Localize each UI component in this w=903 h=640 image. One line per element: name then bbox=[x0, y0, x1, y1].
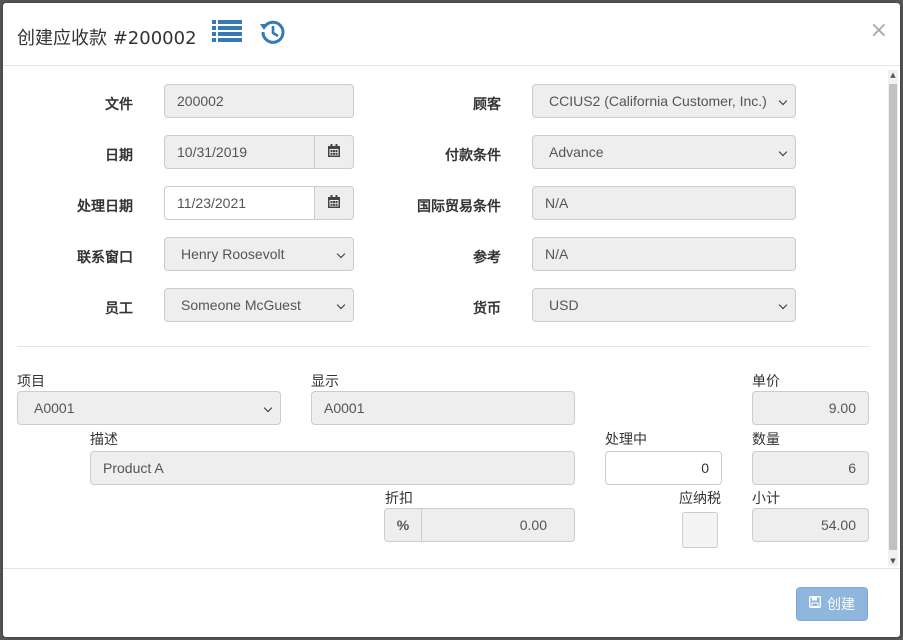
history-icon[interactable] bbox=[259, 18, 287, 50]
dialog-header: 创建应收款 #200002 × bbox=[3, 3, 900, 66]
process-date-field[interactable]: 11/23/2021 bbox=[164, 186, 316, 220]
scroll-down-arrow-icon[interactable]: ▼ bbox=[888, 556, 898, 566]
item-select[interactable]: A0001 bbox=[17, 391, 281, 425]
currency-select[interactable]: USD bbox=[532, 288, 796, 322]
document-field[interactable]: 200002 bbox=[164, 84, 354, 118]
create-receivable-dialog: 创建应收款 #200002 × 文件 200002 日期 10/31/2019 … bbox=[3, 3, 900, 637]
calendar-button[interactable] bbox=[314, 135, 354, 169]
process-date-label: 处理日期 bbox=[77, 199, 133, 215]
taxable-label: 应纳税 bbox=[679, 491, 721, 507]
dialog-body: 文件 200002 日期 10/31/2019 处理日期 11/23/2021 … bbox=[3, 66, 900, 568]
employee-select[interactable]: Someone McGuest bbox=[164, 288, 354, 322]
item-label: 项目 bbox=[17, 374, 45, 390]
display-field[interactable]: A0001 bbox=[311, 391, 575, 425]
reference-label: 参考 bbox=[473, 250, 501, 266]
list-icon[interactable] bbox=[212, 18, 242, 48]
quantity-label: 数量 bbox=[752, 432, 780, 448]
dialog-footer: 创建 bbox=[3, 568, 900, 637]
currency-label: 货币 bbox=[473, 301, 501, 317]
subtotal-field[interactable]: 54.00 bbox=[752, 508, 869, 542]
customer-select[interactable]: CCIUS2 (California Customer, Inc.) bbox=[532, 84, 796, 118]
customer-label: 顾客 bbox=[473, 97, 501, 113]
document-label: 文件 bbox=[105, 97, 133, 113]
discount-label: 折扣 bbox=[385, 491, 413, 507]
description-field[interactable]: Product A bbox=[90, 451, 575, 485]
date-label: 日期 bbox=[105, 148, 133, 164]
incoterms-field[interactable]: N/A bbox=[532, 186, 796, 220]
close-icon[interactable]: × bbox=[870, 20, 888, 42]
calendar-icon bbox=[327, 143, 341, 161]
employee-label: 员工 bbox=[105, 301, 133, 317]
subtotal-label: 小计 bbox=[752, 491, 780, 507]
dialog-title: 创建应收款 #200002 bbox=[17, 28, 197, 49]
incoterms-label: 国际贸易条件 bbox=[417, 199, 501, 215]
calendar-button[interactable] bbox=[314, 186, 354, 220]
save-icon bbox=[808, 595, 822, 612]
processing-field[interactable]: 0 bbox=[605, 451, 722, 485]
scroll-up-arrow-icon[interactable]: ▲ bbox=[888, 70, 898, 80]
taxable-checkbox[interactable] bbox=[682, 512, 718, 548]
payment-terms-label: 付款条件 bbox=[445, 148, 501, 164]
create-button[interactable]: 创建 bbox=[796, 587, 868, 621]
calendar-icon bbox=[327, 194, 341, 212]
vertical-scrollbar[interactable]: ▲ ▼ bbox=[888, 70, 898, 566]
display-label: 显示 bbox=[311, 374, 339, 390]
processing-label: 处理中 bbox=[605, 432, 647, 448]
reference-field[interactable]: N/A bbox=[532, 237, 796, 271]
unit-price-label: 单价 bbox=[752, 374, 780, 390]
percent-addon: % bbox=[384, 508, 422, 542]
create-button-label: 创建 bbox=[827, 597, 855, 613]
scroll-thumb[interactable] bbox=[889, 84, 897, 550]
discount-field[interactable]: 0.00 bbox=[421, 508, 575, 542]
description-label: 描述 bbox=[90, 432, 118, 448]
date-field[interactable]: 10/31/2019 bbox=[164, 135, 316, 169]
contact-label: 联系窗口 bbox=[77, 250, 133, 266]
unit-price-field[interactable]: 9.00 bbox=[752, 391, 869, 425]
quantity-field[interactable]: 6 bbox=[752, 451, 869, 485]
section-divider bbox=[17, 346, 870, 347]
payment-terms-select[interactable]: Advance bbox=[532, 135, 796, 169]
contact-select[interactable]: Henry Roosevolt bbox=[164, 237, 354, 271]
